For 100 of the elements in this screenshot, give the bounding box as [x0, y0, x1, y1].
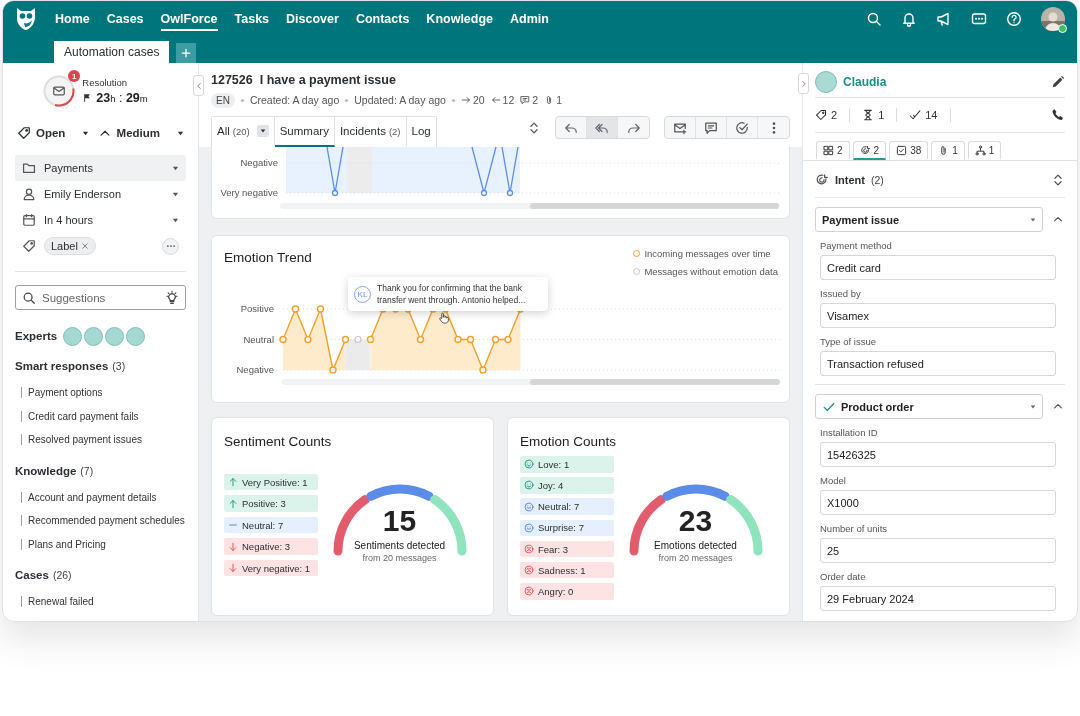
bell-icon[interactable]: [901, 11, 917, 27]
remove-icon[interactable]: [80, 242, 89, 250]
tab[interactable]: 38: [889, 141, 929, 160]
stat-count: 2: [831, 109, 838, 121]
user-avatar[interactable]: [1041, 7, 1065, 31]
property-dropdown[interactable]: Emily Enderson: [15, 181, 186, 207]
data-point[interactable]: [279, 335, 287, 344]
expert-avatar[interactable]: [84, 326, 104, 346]
data-point[interactable]: [329, 366, 337, 374]
scrollbar[interactable]: [280, 203, 779, 209]
phone-icon[interactable]: [1051, 108, 1065, 122]
axis-label: Negative: [240, 157, 278, 168]
nav-link[interactable]: Admin: [510, 7, 549, 31]
nav-link[interactable]: Tasks: [234, 7, 270, 31]
data-point[interactable]: [316, 305, 325, 313]
item-count: (2): [870, 174, 884, 186]
contact-avatar: [815, 71, 837, 93]
search-icon[interactable]: [866, 11, 882, 27]
tab[interactable]: 2: [852, 141, 887, 160]
collapse-button[interactable]: [193, 75, 204, 96]
expert-avatar[interactable]: [105, 326, 125, 346]
nav-link[interactable]: Knowledge: [426, 7, 494, 31]
data-point[interactable]: [454, 335, 462, 344]
reply-all-button[interactable]: [587, 117, 618, 138]
nav-link[interactable]: Discover: [286, 7, 339, 31]
expert-avatar[interactable]: [63, 326, 83, 346]
intent-select[interactable]: Payment issue: [815, 207, 1043, 232]
nav-link[interactable]: Home: [55, 7, 90, 31]
data-point[interactable]: [491, 335, 500, 344]
tab[interactable]: 1: [967, 141, 1002, 160]
data-point[interactable]: [504, 335, 512, 344]
text-field[interactable]: Credit card: [820, 255, 1056, 280]
section-title: Knowledge: [15, 464, 77, 477]
field-label: Order date: [820, 570, 867, 584]
chat-icon[interactable]: [971, 11, 987, 27]
expert-avatar[interactable]: [126, 326, 146, 346]
meta-count: 12: [502, 94, 515, 106]
data-point[interactable]: [304, 335, 312, 344]
text-field[interactable]: Transaction refused: [820, 351, 1056, 376]
tab[interactable]: Summary: [274, 117, 335, 147]
scrollbar[interactable]: [282, 379, 780, 385]
axis-label: Very negative: [220, 187, 278, 198]
data-point[interactable]: [291, 305, 300, 313]
tab[interactable]: 2: [816, 141, 850, 160]
chip-label: Neutral: 7: [538, 501, 580, 513]
field-label: Model: [820, 474, 847, 488]
meta-count: 1: [556, 94, 562, 106]
text-field[interactable]: 29 February 2024: [820, 586, 1056, 611]
pencil-icon[interactable]: [1051, 75, 1065, 89]
app-tab[interactable]: Automation cases: [54, 41, 170, 63]
contact-name[interactable]: Claudia: [843, 75, 887, 89]
mail-icon: [52, 84, 67, 98]
data-point[interactable]: [366, 335, 375, 344]
data-point[interactable]: [466, 335, 475, 344]
meta-count: 2: [532, 94, 539, 106]
nav-link[interactable]: OwlForce: [160, 7, 218, 31]
tab[interactable]: All (20): [212, 117, 275, 147]
expand-collapse-icon[interactable]: [527, 120, 541, 135]
expand-button[interactable]: [798, 73, 809, 94]
search-field[interactable]: Suggestions: [15, 285, 186, 310]
text-field[interactable]: 15426325: [820, 442, 1056, 467]
gauge-caption: Sentiments detected: [353, 540, 446, 551]
nav-link[interactable]: Cases: [106, 7, 144, 31]
status-dropdown[interactable]: Open: [15, 122, 92, 144]
text-field[interactable]: Visamex: [820, 303, 1056, 328]
target-icon: [815, 173, 829, 187]
chip-label: Joy: 4: [538, 479, 564, 491]
property-dropdown[interactable]: Payments: [15, 155, 186, 181]
data-point[interactable]: [479, 366, 487, 374]
stat-count: 14: [925, 109, 938, 121]
meta-count: 20: [472, 94, 485, 106]
label-chip[interactable]: Label: [44, 237, 96, 255]
data-point[interactable]: [331, 189, 339, 197]
data-point[interactable]: [416, 335, 425, 344]
more-button[interactable]: [162, 237, 179, 255]
intent-select[interactable]: Product order: [815, 394, 1043, 419]
priority-dropdown[interactable]: Medium: [95, 122, 186, 144]
plus-icon: [181, 48, 192, 58]
data-point[interactable]: [341, 335, 350, 344]
lightbulb-icon[interactable]: [165, 290, 179, 305]
megaphone-icon[interactable]: [936, 11, 952, 27]
chip-label: Negative: 3: [242, 541, 291, 552]
tab[interactable]: 1: [931, 141, 965, 160]
text-field[interactable]: X1000: [820, 490, 1056, 515]
expand-collapse-icon[interactable]: [1051, 173, 1065, 187]
gauge-value: 15: [382, 505, 417, 537]
checkbox-icon: [896, 144, 908, 156]
nav-link[interactable]: Contacts: [355, 7, 410, 31]
grid-icon: [823, 144, 834, 156]
chip-label: Very Positive: 1: [242, 476, 308, 488]
property-dropdown[interactable]: In 4 hours: [15, 207, 186, 233]
add-tab-button[interactable]: [176, 43, 197, 63]
text-field[interactable]: 25: [820, 538, 1056, 563]
data-point[interactable]: [506, 189, 514, 197]
data-point[interactable]: [480, 189, 488, 197]
missing-point: [354, 335, 362, 344]
owl-logo[interactable]: [14, 6, 38, 32]
help-icon[interactable]: [1006, 11, 1022, 27]
section-title: Experts: [15, 330, 58, 342]
legend-marker: [633, 268, 641, 275]
